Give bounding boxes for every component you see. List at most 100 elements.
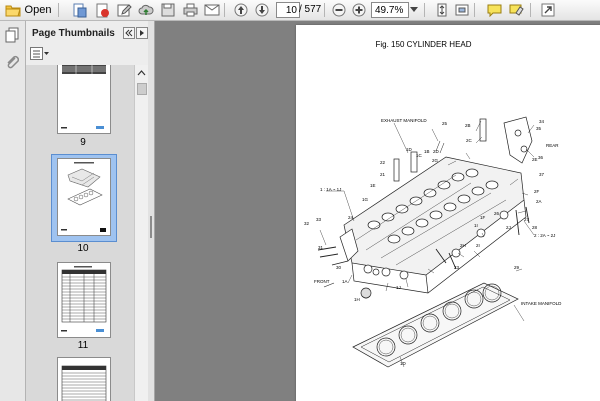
zoom-dropdown[interactable] [409,2,419,18]
part-number: 22 [380,160,386,165]
thumbnail-page-10[interactable] [57,158,111,236]
fit-width-button[interactable] [453,2,471,18]
part-number: 2E [532,157,538,162]
toolbar-separator [424,3,425,17]
upload-button[interactable] [137,2,155,18]
list-options-icon [30,47,49,60]
part-number: 24 [348,215,354,220]
next-page-button[interactable] [253,2,271,18]
page-number-input[interactable] [276,2,300,18]
part-number: 2G [432,158,439,163]
zoom-out-icon [332,3,346,17]
toolbar-separator [58,3,59,17]
scrollbar-thumb[interactable] [137,83,147,95]
save-button[interactable] [159,2,177,18]
label-front: FRONT [314,279,330,284]
part-number: 27 [524,217,530,222]
cylinder-head-diagram [317,116,535,368]
pdf-page: Fig. 150 CYLINDER HEAD EXHAUST MANIFOLD … [296,25,600,401]
folder-open-icon [5,5,21,17]
comment-button[interactable] [485,2,503,18]
part-number: 2B [465,123,471,128]
part-number: 2I [476,243,480,248]
document-view[interactable]: Fig. 150 CYLINDER HEAD EXHAUST MANIFOLD … [155,21,600,401]
part-number: 37 [539,172,545,177]
close-panel-button[interactable] [136,27,148,39]
zoom-out-button[interactable] [330,2,348,18]
main-toolbar: Open / 577 [0,0,600,21]
expand-icon [541,3,555,17]
thumbnail-scrollbar[interactable] [134,65,148,401]
label-intake-manifold: INTAKE MANIFOLD [521,301,562,306]
arrow-down-icon [255,3,269,17]
comment-icon [487,4,501,17]
pdf-create-icon [96,3,109,17]
part-number: 1C [416,153,422,158]
thumbnail-page-11[interactable] [57,262,111,338]
options-button[interactable] [30,47,50,61]
open-button[interactable]: Open [3,2,53,18]
fit-width-icon [455,4,469,16]
thumbnail-page-12[interactable] [57,357,111,401]
thumbnail-page-9[interactable] [57,65,111,134]
zoom-in-icon [352,3,366,17]
part-number: 28 [532,225,538,230]
thumbnail-preview [61,365,107,401]
part-number: 29 [514,265,520,270]
part-number: 32 [304,221,310,226]
part-number: 30 [336,265,342,270]
edit-button[interactable] [115,2,133,18]
part-number: 2A [536,199,542,204]
part-number: 2F [534,189,540,194]
part-number: 31 [318,245,324,250]
collapse-panel-button[interactable] [123,27,135,39]
label-callout-right: 2 : 2A ~ 2J [534,233,556,238]
toolbar-separator [324,3,325,17]
pdf-create-button[interactable] [93,2,111,18]
zoom-in-button[interactable] [350,2,368,18]
part-number: 1D [406,147,412,152]
paperclip-icon [7,55,19,69]
label-rear: REAR [546,143,559,148]
thumbnail-preview [61,266,107,332]
print-icon [73,3,86,17]
thumbnail-label: 9 [80,137,86,148]
part-number: 33 [316,217,322,222]
part-number: 1E [370,183,376,188]
save-icon [161,3,175,17]
prev-page-button[interactable] [232,2,250,18]
part-number: 1I [474,223,478,228]
thumbnails-panel: Page Thumbnails 9 10 11 [26,21,149,401]
part-number: 36 [538,155,544,160]
part-number: 1D [400,361,406,366]
part-number: 35 [536,126,542,131]
part-number: 2C [466,138,472,143]
toolbar-separator [224,3,225,17]
zoom-input[interactable] [371,2,409,18]
email-button[interactable] [203,2,221,18]
fit-page-button[interactable] [433,2,451,18]
splitter-grip [150,216,152,238]
scroll-up-icon [137,70,146,76]
part-number: 2H [460,243,466,248]
panel-title: Page Thumbnails [32,28,115,39]
print2-icon [183,3,197,17]
email-icon [204,4,220,16]
thumbnail-label: 10 [77,243,89,254]
thumbnails-tab[interactable] [5,27,19,43]
part-number: 1J [396,285,401,290]
part-number: 25 [442,121,448,126]
thumbnail-preview [61,65,106,129]
pages-icon [5,27,19,43]
fullscreen-button[interactable] [539,2,557,18]
open-label: Open [24,4,52,16]
panel-header: Page Thumbnails [26,21,148,45]
print-alt-button[interactable] [181,2,199,18]
sign-button[interactable] [507,2,525,18]
attachments-tab[interactable] [5,55,19,69]
part-number: 21 [380,172,386,177]
part-number: 1A [342,279,348,284]
print-button[interactable] [70,2,88,18]
double-chevron-left-icon [125,29,133,37]
panel-splitter[interactable] [148,21,155,401]
